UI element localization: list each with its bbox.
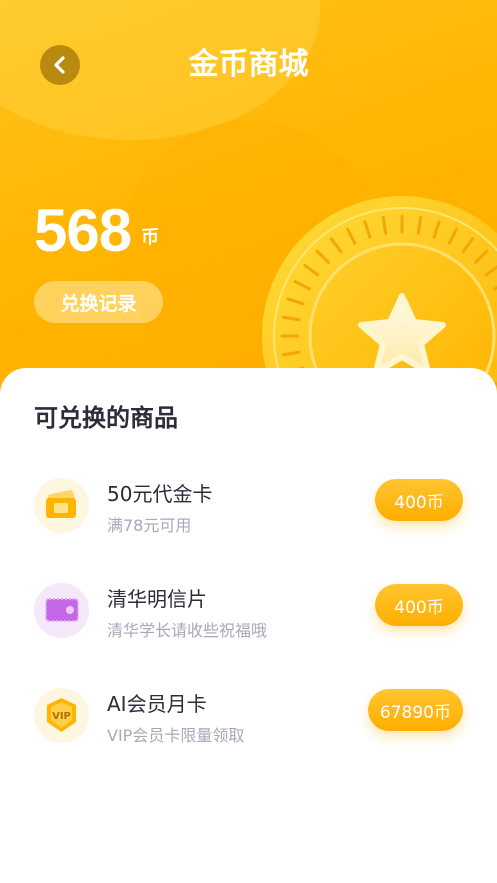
item-name: AI会员月卡 [107, 692, 207, 716]
postcard-icon [34, 583, 89, 638]
list-item[interactable]: 清华明信片 清华学长请收些祝福哦 400币 [0, 583, 497, 663]
section-title: 可兑换的商品 [34, 404, 178, 432]
redeem-button[interactable]: 400币 [375, 479, 463, 521]
voucher-icon [34, 478, 89, 533]
balance-amount: 568 [34, 197, 132, 264]
coin-balance: 568 币 [34, 196, 159, 265]
balance-unit: 币 [141, 227, 160, 248]
vip-badge-icon: VIP [34, 688, 89, 743]
item-name: 50元代金卡 [107, 482, 213, 506]
product-panel: 可兑换的商品 50元代金卡 满78元可用 400币 清华明信片 清华学长请收些祝… [0, 368, 497, 883]
redeem-button[interactable]: 67890币 [367, 689, 463, 731]
item-desc: 清华学长请收些祝福哦 [107, 621, 268, 640]
page-title: 金币商城 [188, 47, 309, 82]
exchange-record-button[interactable]: 兑换记录 [34, 281, 163, 323]
item-desc: VIP会员卡限量领取 [107, 726, 245, 745]
item-name: 清华明信片 [107, 587, 207, 611]
list-item[interactable]: VIP AI会员月卡 VIP会员卡限量领取 67890币 [0, 688, 497, 768]
item-desc: 满78元可用 [107, 516, 192, 535]
redeem-button[interactable]: 400币 [375, 584, 463, 626]
header-banner: 金币商城 568 币 兑换记录 [0, 0, 497, 400]
vip-badge-text: VIP [52, 711, 71, 722]
list-item[interactable]: 50元代金卡 满78元可用 400币 [0, 478, 497, 558]
